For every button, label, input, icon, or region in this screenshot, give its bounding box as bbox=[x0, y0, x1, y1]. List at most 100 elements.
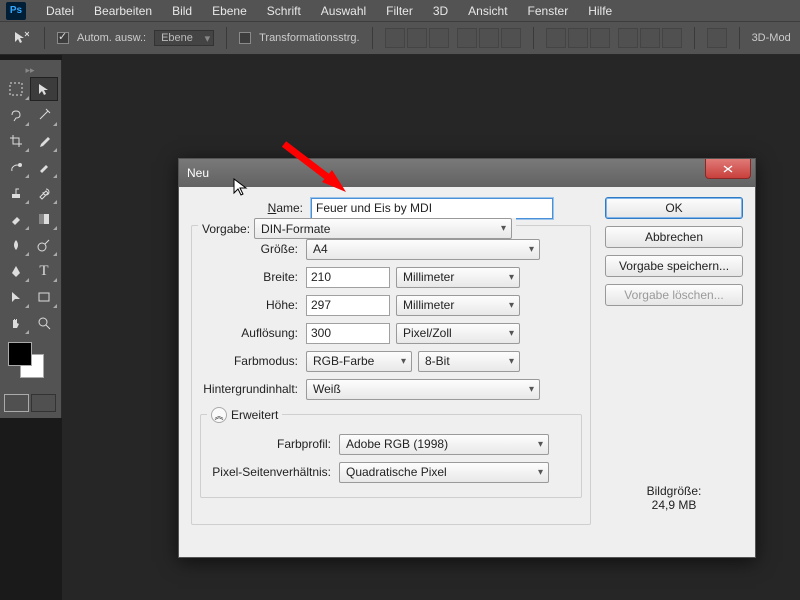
align-left-icon[interactable] bbox=[457, 28, 477, 48]
pixelaspect-label: Pixel-Seitenverhältnis: bbox=[209, 465, 339, 479]
colormode-dropdown[interactable]: RGB-Farbe bbox=[306, 351, 412, 372]
dialog-title: Neu bbox=[187, 166, 209, 180]
align-group-2 bbox=[457, 28, 521, 48]
tab-handle-icon[interactable]: ▸▸ bbox=[2, 65, 58, 75]
app-logo: Ps bbox=[6, 2, 26, 20]
align-vmid-icon[interactable] bbox=[407, 28, 427, 48]
dialog-right-column: OK Abbrechen Vorgabe speichern... Vorgab… bbox=[605, 197, 743, 512]
dist-top-icon[interactable] bbox=[546, 28, 566, 48]
brush-tool-icon[interactable] bbox=[30, 155, 58, 179]
move-tool-icon[interactable] bbox=[30, 77, 58, 101]
cancel-button[interactable]: Abbrechen bbox=[605, 226, 743, 248]
height-input[interactable]: 297 bbox=[306, 295, 390, 316]
menu-filter[interactable]: Filter bbox=[376, 2, 423, 20]
image-size-label: Bildgröße: bbox=[605, 484, 743, 498]
auto-select-mode-dropdown[interactable]: Ebene bbox=[154, 30, 214, 46]
align-bottom-icon[interactable] bbox=[429, 28, 449, 48]
preset-dropdown[interactable]: DIN-Formate bbox=[254, 218, 512, 239]
marquee-tool-icon[interactable] bbox=[2, 77, 30, 101]
pixelaspect-dropdown[interactable]: Quadratische Pixel bbox=[339, 462, 549, 483]
type-tool-icon[interactable]: T bbox=[30, 259, 58, 283]
eraser-tool-icon[interactable] bbox=[2, 207, 30, 231]
height-label: Höhe: bbox=[200, 298, 306, 312]
color-swatches[interactable] bbox=[4, 342, 57, 386]
name-label: Name: bbox=[191, 201, 311, 215]
eyedropper-tool-icon[interactable] bbox=[30, 129, 58, 153]
dist-left-icon[interactable] bbox=[618, 28, 638, 48]
menu-layer[interactable]: Ebene bbox=[202, 2, 257, 20]
toolbox: ▸▸ T bbox=[0, 60, 62, 418]
distribute-group-2 bbox=[618, 28, 682, 48]
resolution-input[interactable]: 300 bbox=[306, 323, 390, 344]
colordepth-dropdown[interactable]: 8-Bit bbox=[418, 351, 520, 372]
menu-help[interactable]: Hilfe bbox=[578, 2, 622, 20]
path-select-tool-icon[interactable] bbox=[2, 285, 30, 309]
foreground-swatch[interactable] bbox=[8, 342, 32, 366]
healing-brush-tool-icon[interactable] bbox=[2, 155, 30, 179]
resolution-unit-dropdown[interactable]: Pixel/Zoll bbox=[396, 323, 520, 344]
menu-type[interactable]: Schrift bbox=[257, 2, 311, 20]
hand-tool-icon[interactable] bbox=[2, 311, 30, 335]
ok-button[interactable]: OK bbox=[605, 197, 743, 219]
width-input[interactable]: 210 bbox=[306, 267, 390, 288]
lasso-tool-icon[interactable] bbox=[2, 103, 30, 127]
dialog-titlebar[interactable]: Neu bbox=[179, 159, 755, 187]
standard-mode-icon[interactable] bbox=[4, 394, 29, 412]
menu-window[interactable]: Fenster bbox=[518, 2, 579, 20]
align-right-icon[interactable] bbox=[501, 28, 521, 48]
blur-tool-icon[interactable] bbox=[2, 233, 30, 257]
crop-tool-icon[interactable] bbox=[2, 129, 30, 153]
delete-preset-button: Vorgabe löschen... bbox=[605, 284, 743, 306]
distribute-group-1 bbox=[546, 28, 610, 48]
colorprofile-label: Farbprofil: bbox=[209, 437, 339, 451]
colormode-label: Farbmodus: bbox=[200, 354, 306, 368]
pen-tool-icon[interactable] bbox=[2, 259, 30, 283]
align-hmid-icon[interactable] bbox=[479, 28, 499, 48]
close-icon bbox=[723, 165, 733, 173]
quickmask-row bbox=[2, 392, 58, 414]
mode3d-label: 3D-Mod bbox=[752, 32, 791, 44]
move-tool-indicator-icon bbox=[10, 27, 32, 49]
dist-bottom-icon[interactable] bbox=[590, 28, 610, 48]
history-brush-tool-icon[interactable] bbox=[30, 181, 58, 205]
width-unit-dropdown[interactable]: Millimeter bbox=[396, 267, 520, 288]
dodge-tool-icon[interactable] bbox=[30, 233, 58, 257]
dialog-form: Name: Feuer und Eis by MDI Vorgabe: DIN-… bbox=[191, 197, 591, 525]
dist-right-icon[interactable] bbox=[662, 28, 682, 48]
menu-image[interactable]: Bild bbox=[162, 2, 202, 20]
gradient-tool-icon[interactable] bbox=[30, 207, 58, 231]
dialog-close-button[interactable] bbox=[705, 159, 751, 179]
align-group-1 bbox=[385, 28, 449, 48]
app-menubar: Ps Datei Bearbeiten Bild Ebene Schrift A… bbox=[0, 0, 800, 21]
menu-3d[interactable]: 3D bbox=[423, 2, 458, 20]
shape-tool-icon[interactable] bbox=[30, 285, 58, 309]
new-document-dialog: Neu OK Abbrechen Vorgabe speichern... Vo… bbox=[178, 158, 756, 558]
advanced-label: Erweitert bbox=[231, 408, 278, 422]
preset-label: Vorgabe: bbox=[202, 222, 250, 236]
bgcontent-label: Hintergrundinhalt: bbox=[200, 382, 306, 396]
clone-stamp-tool-icon[interactable] bbox=[2, 181, 30, 205]
height-unit-dropdown[interactable]: Millimeter bbox=[396, 295, 520, 316]
name-input[interactable]: Feuer und Eis by MDI bbox=[311, 198, 553, 219]
quickmask-mode-icon[interactable] bbox=[31, 394, 56, 412]
size-label: Größe: bbox=[200, 242, 306, 256]
image-size-info: Bildgröße: 24,9 MB bbox=[605, 484, 743, 512]
bgcontent-dropdown[interactable]: Weiß bbox=[306, 379, 540, 400]
menu-view[interactable]: Ansicht bbox=[458, 2, 517, 20]
menu-select[interactable]: Auswahl bbox=[311, 2, 376, 20]
advanced-toggle-icon[interactable]: ︽ bbox=[211, 407, 227, 423]
menu-file[interactable]: Datei bbox=[36, 2, 84, 20]
menu-edit[interactable]: Bearbeiten bbox=[84, 2, 162, 20]
resolution-label: Auflösung: bbox=[200, 326, 306, 340]
magic-wand-tool-icon[interactable] bbox=[30, 103, 58, 127]
transform-controls-checkbox[interactable] bbox=[239, 32, 251, 44]
dist-vmid-icon[interactable] bbox=[568, 28, 588, 48]
size-dropdown[interactable]: A4 bbox=[306, 239, 540, 260]
auto-align-icon[interactable] bbox=[707, 28, 727, 48]
save-preset-button[interactable]: Vorgabe speichern... bbox=[605, 255, 743, 277]
zoom-tool-icon[interactable] bbox=[30, 311, 58, 335]
dist-hmid-icon[interactable] bbox=[640, 28, 660, 48]
colorprofile-dropdown[interactable]: Adobe RGB (1998) bbox=[339, 434, 549, 455]
auto-select-checkbox[interactable] bbox=[57, 32, 69, 44]
align-top-icon[interactable] bbox=[385, 28, 405, 48]
